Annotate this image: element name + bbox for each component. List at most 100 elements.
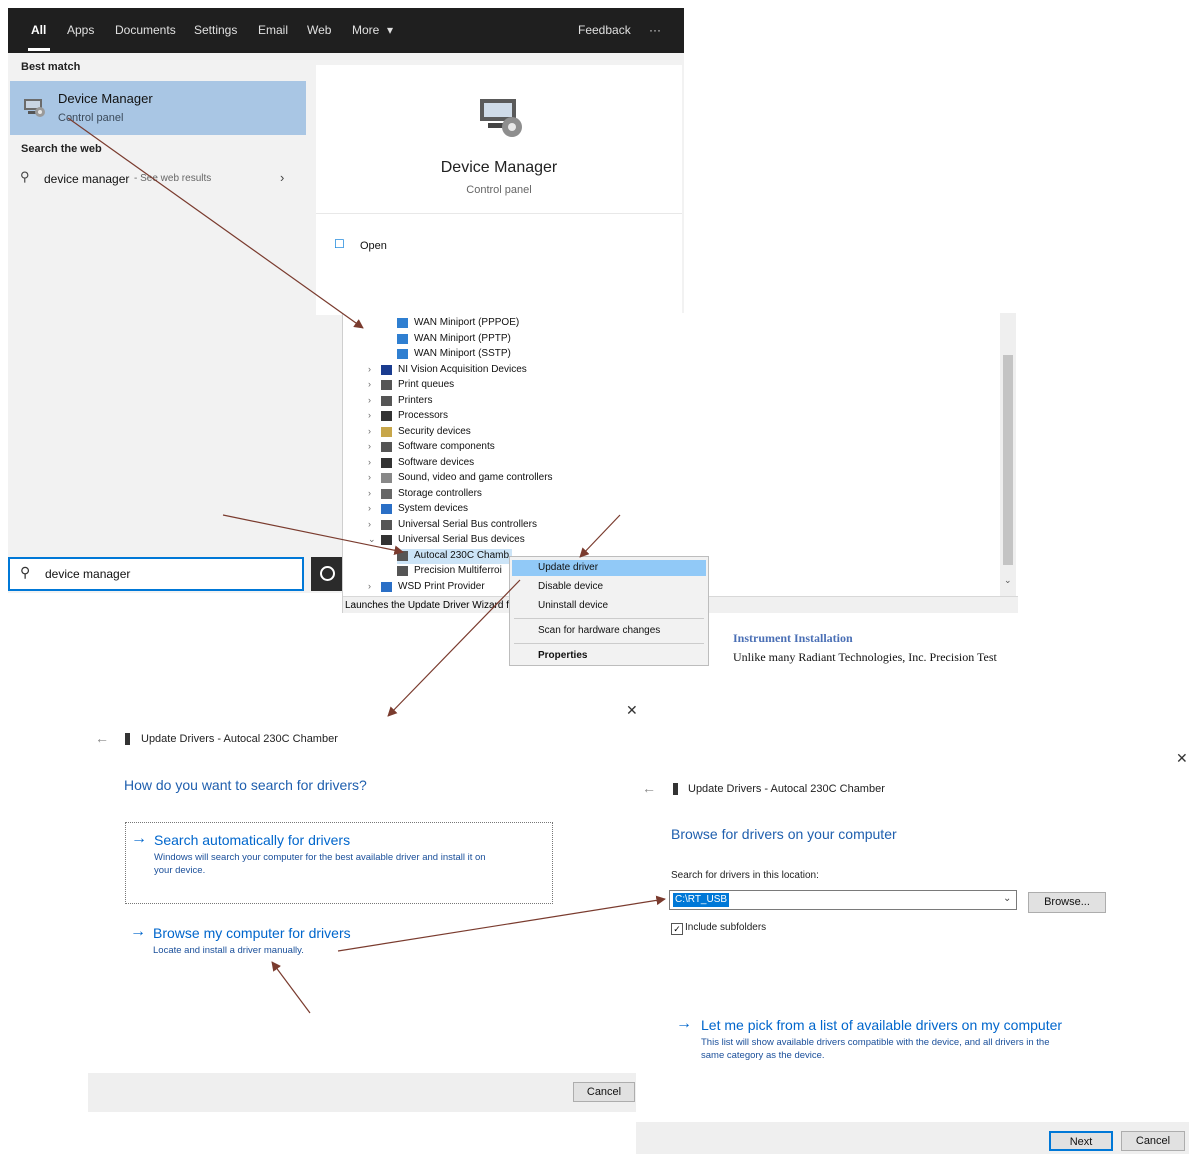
browse-button[interactable]: Browse... bbox=[1028, 892, 1106, 913]
chevron-right-icon[interactable]: › bbox=[368, 364, 371, 374]
scrollbar[interactable]: ⌄ bbox=[1000, 313, 1016, 603]
menu-item-update-driver[interactable]: Update driver bbox=[538, 562, 598, 573]
pick-desc-2: same category as the device. bbox=[701, 1050, 825, 1061]
scroll-down-icon[interactable]: ⌄ bbox=[1004, 575, 1012, 586]
back-arrow-icon[interactable]: ← bbox=[95, 730, 109, 746]
open-action[interactable]: ☐ Open bbox=[334, 235, 454, 257]
chevron-down-icon[interactable]: ⌄ bbox=[368, 534, 376, 545]
device-category-icon bbox=[397, 333, 408, 344]
tab-email[interactable]: Email bbox=[258, 23, 288, 37]
tab-apps[interactable]: Apps bbox=[67, 23, 94, 37]
search-web-heading: Search the web bbox=[21, 143, 102, 155]
arrow-right-icon: → bbox=[131, 830, 147, 847]
device-category-icon bbox=[381, 535, 392, 545]
dialog-title: Update Drivers - Autocal 230C Chamber bbox=[141, 733, 338, 745]
feedback-link[interactable]: Feedback bbox=[578, 23, 631, 37]
more-options-button[interactable]: ··· bbox=[649, 23, 661, 37]
status-text: Launches the Update Driver Wizard f bbox=[345, 600, 509, 611]
open-label: Open bbox=[360, 240, 387, 252]
chevron-right-icon[interactable]: › bbox=[368, 472, 371, 482]
driver-path-value: C:\RT_USB bbox=[673, 893, 730, 907]
tree-item-label: Universal Serial Bus devices bbox=[398, 534, 525, 545]
device-category-icon bbox=[381, 473, 392, 483]
menu-separator bbox=[514, 618, 704, 619]
include-subfolders-checkbox[interactable]: ✓ Include subfolders bbox=[671, 922, 831, 936]
tree-item-label: Precision Multiferroi bbox=[414, 565, 502, 576]
chevron-down-icon: ▾ bbox=[387, 23, 394, 37]
tree-item-label: WAN Miniport (SSTP) bbox=[414, 348, 511, 359]
cancel-button[interactable]: Cancel bbox=[573, 1082, 635, 1102]
chevron-right-icon[interactable]: › bbox=[368, 519, 371, 529]
context-menu: Update driver Disable device Uninstall d… bbox=[509, 556, 709, 666]
tree-item-label: Processors bbox=[398, 410, 449, 421]
location-label: Search for drivers in this location: bbox=[671, 870, 819, 881]
tab-more[interactable]: More bbox=[352, 23, 379, 37]
tree-device-item[interactable]: Autocal 230C Chamb bbox=[397, 548, 512, 564]
arrow-right-icon: → bbox=[676, 1015, 692, 1032]
option-search-auto[interactable]: → Search automatically for drivers Windo… bbox=[125, 822, 553, 904]
best-match-heading: Best match bbox=[21, 61, 81, 73]
chevron-right-icon[interactable]: › bbox=[368, 395, 371, 405]
tab-all[interactable]: All bbox=[31, 23, 46, 37]
device-category-icon bbox=[397, 566, 408, 576]
tree-item-label: Print queues bbox=[398, 379, 455, 390]
tree-item-label: WAN Miniport (PPTP) bbox=[414, 332, 511, 344]
chevron-right-icon[interactable]: › bbox=[368, 410, 371, 420]
dialog-title: Update Drivers - Autocal 230C Chamber bbox=[688, 783, 885, 795]
search-query: device manager bbox=[45, 567, 131, 581]
next-button[interactable]: Next bbox=[1049, 1131, 1113, 1151]
dialog-question: How do you want to search for drivers? bbox=[124, 777, 367, 793]
usb-device-icon bbox=[125, 733, 130, 745]
close-button[interactable]: ✕ bbox=[1176, 750, 1188, 767]
menu-item-properties[interactable]: Properties bbox=[538, 650, 587, 661]
cancel-button[interactable]: Cancel bbox=[1121, 1131, 1185, 1151]
chevron-down-icon[interactable]: ⌄ bbox=[1003, 893, 1011, 904]
tree-item-label: Sound, video and game controllers bbox=[398, 472, 553, 483]
doc-body: Unlike many Radiant Technologies, Inc. P… bbox=[733, 650, 997, 664]
tree-item-label: Storage controllers bbox=[398, 487, 482, 499]
chevron-right-icon[interactable]: › bbox=[368, 426, 371, 436]
tree-item-label: System devices bbox=[398, 503, 469, 514]
device-category-icon bbox=[381, 380, 392, 390]
menu-item-disable-device[interactable]: Disable device bbox=[538, 581, 603, 592]
best-match-result[interactable]: Device Manager Control panel bbox=[10, 81, 306, 135]
chevron-right-icon[interactable]: › bbox=[368, 581, 371, 591]
menu-item-uninstall-device[interactable]: Uninstall device bbox=[538, 600, 608, 611]
dialog-footer: Next Cancel bbox=[636, 1122, 1189, 1154]
tab-web[interactable]: Web bbox=[307, 23, 331, 37]
tab-settings[interactable]: Settings bbox=[194, 23, 237, 37]
driver-path-input[interactable]: C:\RT_USB ⌄ bbox=[669, 890, 1017, 910]
menu-item-scan-hardware[interactable]: Scan for hardware changes bbox=[538, 625, 660, 636]
device-manager-icon bbox=[24, 99, 45, 117]
chevron-right-icon[interactable]: › bbox=[368, 441, 371, 451]
pick-desc-1: This list will show available drivers co… bbox=[701, 1037, 1050, 1048]
checkmark-icon: ✓ bbox=[671, 923, 683, 935]
menu-separator bbox=[514, 643, 704, 644]
chevron-right-icon[interactable]: › bbox=[368, 503, 371, 513]
usb-device-icon bbox=[673, 783, 678, 795]
search-icon: ⚲ bbox=[20, 169, 30, 184]
dialog-footer: Cancel bbox=[88, 1073, 636, 1112]
chevron-right-icon[interactable]: › bbox=[368, 379, 371, 389]
chevron-right-icon[interactable]: › bbox=[368, 488, 371, 498]
device-category-icon bbox=[381, 504, 392, 514]
device-category-icon bbox=[381, 395, 392, 406]
tab-documents[interactable]: Documents bbox=[115, 23, 176, 37]
open-icon: ☐ bbox=[334, 237, 345, 251]
option-pick-from-list[interactable]: → Let me pick from a list of available d… bbox=[676, 1012, 1116, 1062]
option-browse[interactable]: → Browse my computer for drivers Locate … bbox=[125, 920, 553, 960]
chevron-right-icon[interactable]: › bbox=[368, 457, 371, 467]
doc-heading: Instrument Installation bbox=[733, 631, 853, 645]
web-query: device manager bbox=[44, 172, 130, 186]
search-input[interactable]: ⚲ device manager bbox=[8, 557, 304, 591]
cortana-icon bbox=[320, 566, 335, 581]
result-subtitle: Control panel bbox=[58, 112, 124, 124]
web-search-row[interactable]: ⚲ device manager - See web results › bbox=[10, 166, 306, 192]
tree-item-label: Software components bbox=[398, 441, 495, 452]
arrow-right-icon: → bbox=[130, 923, 146, 940]
option-auto-desc-2: your device. bbox=[154, 865, 206, 876]
scrollbar-thumb[interactable] bbox=[1003, 355, 1013, 565]
active-tab-indicator bbox=[28, 48, 50, 51]
close-button[interactable]: ✕ bbox=[626, 702, 638, 719]
back-arrow-icon[interactable]: ← bbox=[642, 780, 656, 796]
